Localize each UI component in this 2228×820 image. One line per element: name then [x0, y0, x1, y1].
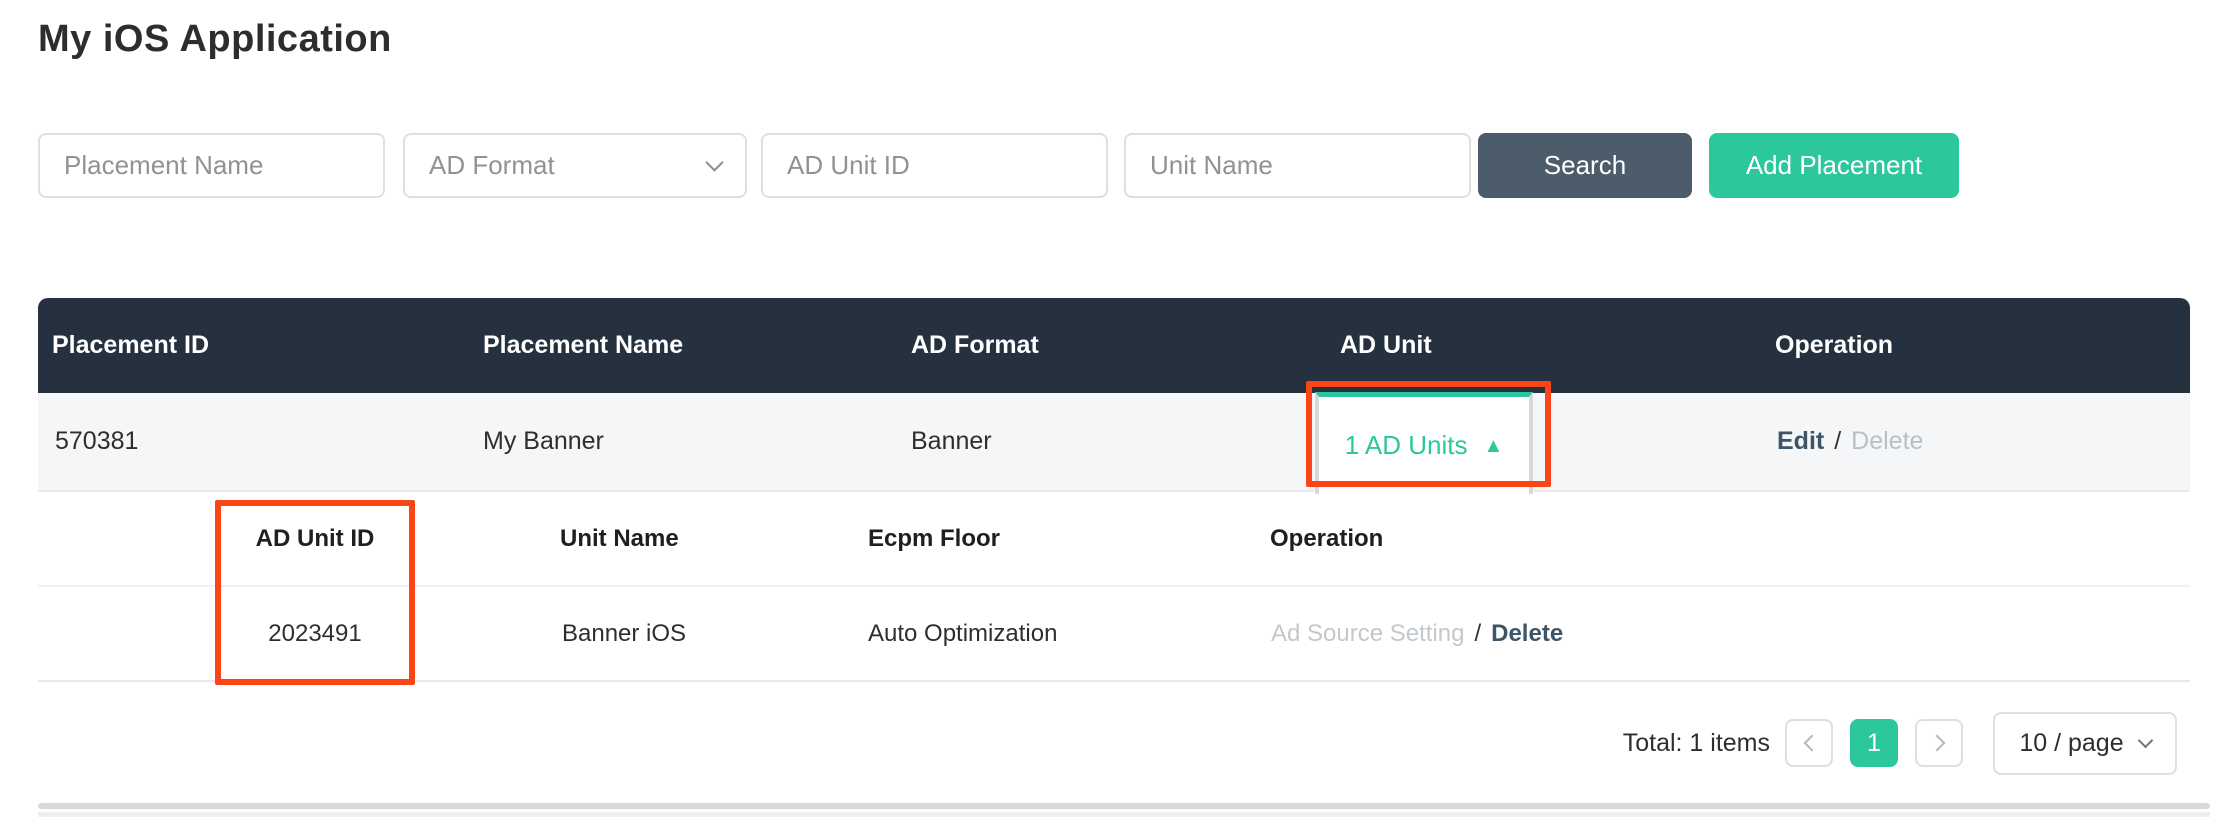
bottom-scrollbar[interactable] — [38, 803, 2210, 809]
col-placement-id: Placement ID — [52, 298, 209, 393]
chevron-left-icon — [1803, 735, 1820, 752]
table-row: 570381 My Banner Banner Edit / Delete — [38, 393, 2190, 492]
ad-format-select[interactable]: AD Format — [403, 133, 747, 198]
delete-link[interactable]: Delete — [1851, 427, 1923, 456]
ad-format-select-value: AD Format — [429, 150, 555, 181]
page-title: My iOS Application — [38, 18, 392, 61]
placement-name-value: My Banner — [483, 393, 604, 490]
ecpm-floor-value: Auto Optimization — [868, 587, 1057, 680]
col-operation: Operation — [1775, 298, 1893, 393]
subcol-operation: Operation — [1270, 492, 1383, 585]
page-size-value: 10 / page — [2019, 729, 2123, 758]
add-placement-button[interactable]: Add Placement — [1709, 133, 1959, 198]
table-header: Placement ID Placement Name AD Format AD… — [38, 298, 2190, 393]
col-placement-name: Placement Name — [483, 298, 683, 393]
ad-unit-count-toggle[interactable]: 1 AD Units ▲ — [1315, 392, 1533, 494]
edit-link[interactable]: Edit — [1777, 427, 1824, 456]
ad-format-value: Banner — [911, 393, 992, 490]
placement-name-input[interactable] — [38, 133, 385, 198]
chevron-down-icon — [705, 153, 723, 171]
subcol-ecpm-floor: Ecpm Floor — [868, 492, 1000, 585]
ad-unit-id-input[interactable] — [761, 133, 1108, 198]
ad-unit-count-label: 1 AD Units — [1345, 430, 1468, 461]
search-button[interactable]: Search — [1478, 133, 1692, 198]
col-ad-format: AD Format — [911, 298, 1039, 393]
operation-separator: / — [1824, 427, 1851, 456]
chevron-down-icon — [2137, 733, 2153, 749]
subrow-operations: Ad Source Setting / Delete — [1271, 587, 1563, 680]
subcol-unit-name: Unit Name — [560, 492, 679, 585]
subtable-header: AD Unit ID Unit Name Ecpm Floor Operatio… — [38, 492, 2190, 587]
delete-unit-link[interactable]: Delete — [1491, 620, 1563, 648]
unit-name-value: Banner iOS — [562, 587, 686, 680]
placements-page: My iOS Application AD Format Search Add … — [0, 0, 2228, 820]
bottom-divider — [38, 812, 2210, 817]
unit-name-input[interactable] — [1124, 133, 1471, 198]
subcol-ad-unit-id: AD Unit ID — [217, 492, 413, 585]
ad-source-setting-link[interactable]: Ad Source Setting — [1271, 620, 1464, 648]
triangle-up-icon: ▲ — [1484, 436, 1504, 456]
chevron-right-icon — [1928, 735, 1945, 752]
placement-id-value: 570381 — [55, 393, 138, 490]
prev-page-button[interactable] — [1785, 719, 1833, 767]
row-operations: Edit / Delete — [1777, 393, 1923, 490]
page-size-select[interactable]: 10 / page — [1993, 712, 2177, 775]
operation-separator: / — [1464, 620, 1491, 648]
subtable-row: 2023491 Banner iOS Auto Optimization Ad … — [38, 587, 2190, 682]
pagination-total: Total: 1 items — [1540, 712, 1770, 775]
page-1-button[interactable]: 1 — [1850, 719, 1898, 767]
ad-unit-id-value: 2023491 — [217, 587, 413, 680]
next-page-button[interactable] — [1915, 719, 1963, 767]
col-ad-unit: AD Unit — [1340, 298, 1432, 393]
